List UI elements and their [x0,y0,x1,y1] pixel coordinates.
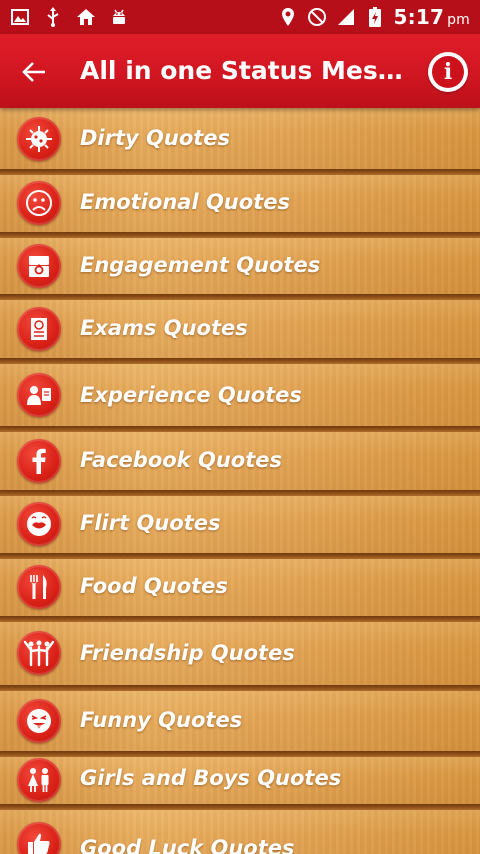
tongue-face-icon [17,699,61,743]
info-button[interactable]: i [428,52,468,92]
arrow-left-icon [22,62,45,82]
list-item-label: Dirty Quotes [80,126,231,150]
clock: 5:17 pm [393,5,470,29]
home-notification-icon [76,7,96,27]
sad-face-icon [17,181,61,225]
list-item-label: Girls and Boys Quotes [80,766,342,790]
list-item-funny-quotes[interactable]: Funny Quotes [0,691,480,751]
signal-icon [336,7,356,27]
ring-box-icon [17,244,61,288]
system-icons: 5:17 pm [278,5,480,29]
quote-category-list: Dirty Quotes Emotional Quotes Engagement… [0,108,480,854]
list-item-experience-quotes[interactable]: Experience Quotes [0,364,480,426]
thumbs-up-icon [17,822,61,854]
list-item-facebook-quotes[interactable]: Facebook Quotes [0,432,480,490]
list-item-engagement-quotes[interactable]: Engagement Quotes [0,238,480,294]
app-title: All in one Status Mess... [80,56,410,85]
list-item-label: Facebook Quotes [80,448,282,472]
android-icon [109,7,129,27]
lips-icon [17,502,61,546]
virus-icon [17,117,61,161]
info-icon: i [432,56,464,88]
status-bar: 5:17 pm [0,0,480,34]
list-item-label: Experience Quotes [80,383,302,407]
battery-icon [365,7,385,27]
exam-paper-icon [17,307,61,351]
list-item-food-quotes[interactable]: Food Quotes [0,559,480,616]
list-item-label: Flirt Quotes [80,511,221,535]
list-item-label: Good Luck Quotes [80,836,295,854]
list-item-label: Funny Quotes [80,708,243,732]
friends-icon [17,631,61,675]
do-not-disturb-icon [307,7,327,27]
back-button[interactable] [14,52,54,92]
list-item-flirt-quotes[interactable]: Flirt Quotes [0,496,480,553]
list-item-exams-quotes[interactable]: Exams Quotes [0,300,480,358]
list-item-dirty-quotes[interactable]: Dirty Quotes [0,108,480,169]
facebook-icon [17,439,61,483]
list-item-label: Engagement Quotes [80,253,321,277]
list-item-friendship-quotes[interactable]: Friendship Quotes [0,622,480,685]
list-item-label: Food Quotes [80,574,228,598]
list-item-good-luck-quotes[interactable]: Good Luck Quotes [0,810,480,854]
fork-knife-icon [17,565,61,609]
list-item-label: Exams Quotes [80,316,248,340]
list-item-label: Emotional Quotes [80,190,290,214]
location-icon [278,7,298,27]
person-badge-icon [17,373,61,417]
app-bar: All in one Status Mess... i [0,34,480,108]
usb-icon [43,7,63,27]
list-item-label: Friendship Quotes [80,641,295,665]
girl-boy-icon [17,758,61,802]
list-item-emotional-quotes[interactable]: Emotional Quotes [0,175,480,232]
gallery-notification-icon [10,7,30,27]
notification-icons [0,7,129,27]
list-item-girls-and-boys-quotes[interactable]: Girls and Boys Quotes [0,757,480,804]
